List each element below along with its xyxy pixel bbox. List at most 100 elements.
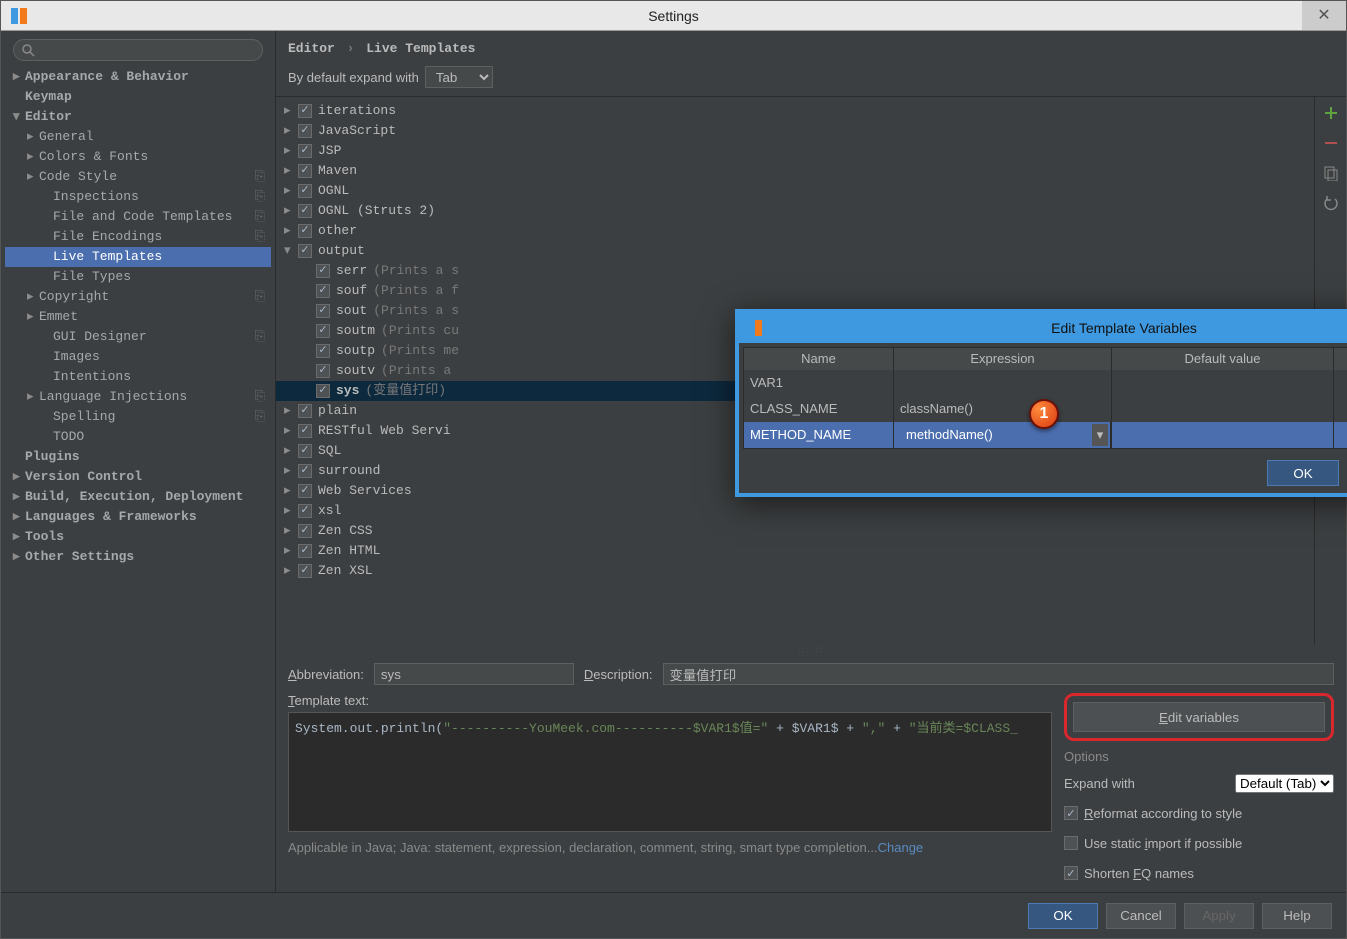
template-checkbox[interactable] xyxy=(316,364,330,378)
template-checkbox[interactable] xyxy=(298,544,312,558)
template-text-editor[interactable]: System.out.println("----------YouMeek.co… xyxy=(288,712,1052,832)
sidebar-item-gui-designer[interactable]: GUI Designer⎘ xyxy=(5,327,271,347)
variables-table[interactable]: Name Expression Default value Skip if de… xyxy=(743,347,1347,449)
expand-with-opt-select[interactable]: Default (Tab) xyxy=(1235,774,1334,793)
shorten-fq-label: Shorten FQ names xyxy=(1084,866,1194,881)
change-context-link[interactable]: Change xyxy=(878,840,924,855)
template-checkbox[interactable] xyxy=(298,484,312,498)
template-ognl-struts-2-[interactable]: ▸OGNL (Struts 2) xyxy=(276,201,1314,221)
sidebar-item-images[interactable]: Images xyxy=(5,347,271,367)
splitter-grip[interactable]: :::::: xyxy=(276,645,1346,655)
template-checkbox[interactable] xyxy=(298,124,312,138)
search-input[interactable] xyxy=(13,39,263,61)
template-serr[interactable]: serr(Prints a s xyxy=(276,261,1314,281)
dialog-ok-button[interactable]: OK xyxy=(1267,460,1339,486)
dialog-logo-icon xyxy=(745,319,763,337)
sidebar-item-code-style[interactable]: ▸Code Style⎘ xyxy=(5,167,271,187)
sidebar-item-plugins[interactable]: Plugins xyxy=(5,447,271,467)
sidebar-item-file-types[interactable]: File Types xyxy=(5,267,271,287)
sidebar-item-tools[interactable]: ▸Tools xyxy=(5,527,271,547)
template-zen-css[interactable]: ▸Zen CSS xyxy=(276,521,1314,541)
template-checkbox[interactable] xyxy=(316,384,330,398)
template-checkbox[interactable] xyxy=(298,524,312,538)
shorten-fq-checkbox[interactable] xyxy=(1064,866,1078,880)
template-javascript[interactable]: ▸JavaScript xyxy=(276,121,1314,141)
template-jsp[interactable]: ▸JSP xyxy=(276,141,1314,161)
sidebar-item-build-execution-deployment[interactable]: ▸Build, Execution, Deployment xyxy=(5,487,271,507)
template-checkbox[interactable] xyxy=(316,264,330,278)
template-checkbox[interactable] xyxy=(298,204,312,218)
project-scope-icon: ⎘ xyxy=(255,187,265,207)
template-souf[interactable]: souf(Prints a f xyxy=(276,281,1314,301)
project-scope-icon: ⎘ xyxy=(255,287,265,307)
sidebar-item-todo[interactable]: TODO xyxy=(5,427,271,447)
copy-icon[interactable] xyxy=(1323,165,1339,181)
template-xsl[interactable]: ▸xsl xyxy=(276,501,1314,521)
template-checkbox[interactable] xyxy=(298,164,312,178)
add-icon[interactable] xyxy=(1323,105,1339,121)
template-checkbox[interactable] xyxy=(298,464,312,478)
template-checkbox[interactable] xyxy=(298,504,312,518)
template-checkbox[interactable] xyxy=(316,324,330,338)
settings-tree[interactable]: ▸Appearance & BehaviorKeymap▾Editor▸Gene… xyxy=(5,67,271,567)
template-checkbox[interactable] xyxy=(316,284,330,298)
template-iterations[interactable]: ▸iterations xyxy=(276,101,1314,121)
project-scope-icon: ⎘ xyxy=(255,167,265,187)
template-maven[interactable]: ▸Maven xyxy=(276,161,1314,181)
template-checkbox[interactable] xyxy=(298,184,312,198)
sidebar-item-intentions[interactable]: Intentions xyxy=(5,367,271,387)
project-scope-icon: ⎘ xyxy=(255,387,265,407)
sidebar-item-version-control[interactable]: ▸Version Control xyxy=(5,467,271,487)
expand-with-select[interactable]: Tab xyxy=(425,66,493,88)
edit-variables-button[interactable]: Edit variables xyxy=(1073,702,1325,732)
sidebar-item-copyright[interactable]: ▸Copyright⎘ xyxy=(5,287,271,307)
template-checkbox[interactable] xyxy=(298,244,312,258)
sidebar-item-file-encodings[interactable]: File Encodings⎘ xyxy=(5,227,271,247)
template-checkbox[interactable] xyxy=(316,344,330,358)
expand-with-label: By default expand with xyxy=(288,70,419,85)
template-checkbox[interactable] xyxy=(298,564,312,578)
search-field[interactable] xyxy=(13,39,263,61)
cancel-button[interactable]: Cancel xyxy=(1106,903,1176,929)
abbreviation-input[interactable] xyxy=(374,663,574,685)
template-checkbox[interactable] xyxy=(298,444,312,458)
edit-variables-highlight: Edit variables xyxy=(1064,693,1334,741)
template-checkbox[interactable] xyxy=(298,144,312,158)
window-title: Settings xyxy=(648,8,699,24)
sidebar-item-colors-fonts[interactable]: ▸Colors & Fonts xyxy=(5,147,271,167)
sidebar-item-languages-frameworks[interactable]: ▸Languages & Frameworks xyxy=(5,507,271,527)
description-input[interactable] xyxy=(663,663,1334,685)
template-checkbox[interactable] xyxy=(316,304,330,318)
annotation-badge-1: 1 xyxy=(1029,399,1059,429)
sidebar-item-live-templates[interactable]: Live Templates xyxy=(5,247,271,267)
remove-icon[interactable] xyxy=(1323,135,1339,151)
template-checkbox[interactable] xyxy=(298,104,312,118)
static-import-checkbox[interactable] xyxy=(1064,836,1078,850)
window-close-button[interactable]: ✕ xyxy=(1302,1,1346,30)
sidebar-item-spelling[interactable]: Spelling⎘ xyxy=(5,407,271,427)
sidebar-item-inspections[interactable]: Inspections⎘ xyxy=(5,187,271,207)
variable-row-var1[interactable]: VAR1 xyxy=(744,370,1347,396)
sidebar-item-file-and-code-templates[interactable]: File and Code Templates⎘ xyxy=(5,207,271,227)
apply-button[interactable]: Apply xyxy=(1184,903,1254,929)
template-zen-xsl[interactable]: ▸Zen XSL xyxy=(276,561,1314,581)
ok-button[interactable]: OK xyxy=(1028,903,1098,929)
template-checkbox[interactable] xyxy=(298,424,312,438)
sidebar-item-other-settings[interactable]: ▸Other Settings xyxy=(5,547,271,567)
sidebar-item-editor[interactable]: ▾Editor xyxy=(5,107,271,127)
sidebar-item-keymap[interactable]: Keymap xyxy=(5,87,271,107)
template-checkbox[interactable] xyxy=(298,224,312,238)
dropdown-button[interactable]: ▾ xyxy=(1092,424,1108,446)
sidebar-item-emmet[interactable]: ▸Emmet xyxy=(5,307,271,327)
template-other[interactable]: ▸other xyxy=(276,221,1314,241)
template-ognl[interactable]: ▸OGNL xyxy=(276,181,1314,201)
template-output[interactable]: ▾output xyxy=(276,241,1314,261)
template-zen-html[interactable]: ▸Zen HTML xyxy=(276,541,1314,561)
sidebar-item-appearance-behavior[interactable]: ▸Appearance & Behavior xyxy=(5,67,271,87)
sidebar-item-language-injections[interactable]: ▸Language Injections⎘ xyxy=(5,387,271,407)
sidebar-item-general[interactable]: ▸General xyxy=(5,127,271,147)
help-button[interactable]: Help xyxy=(1262,903,1332,929)
reformat-checkbox[interactable] xyxy=(1064,806,1078,820)
template-checkbox[interactable] xyxy=(298,404,312,418)
revert-icon[interactable] xyxy=(1323,195,1339,211)
